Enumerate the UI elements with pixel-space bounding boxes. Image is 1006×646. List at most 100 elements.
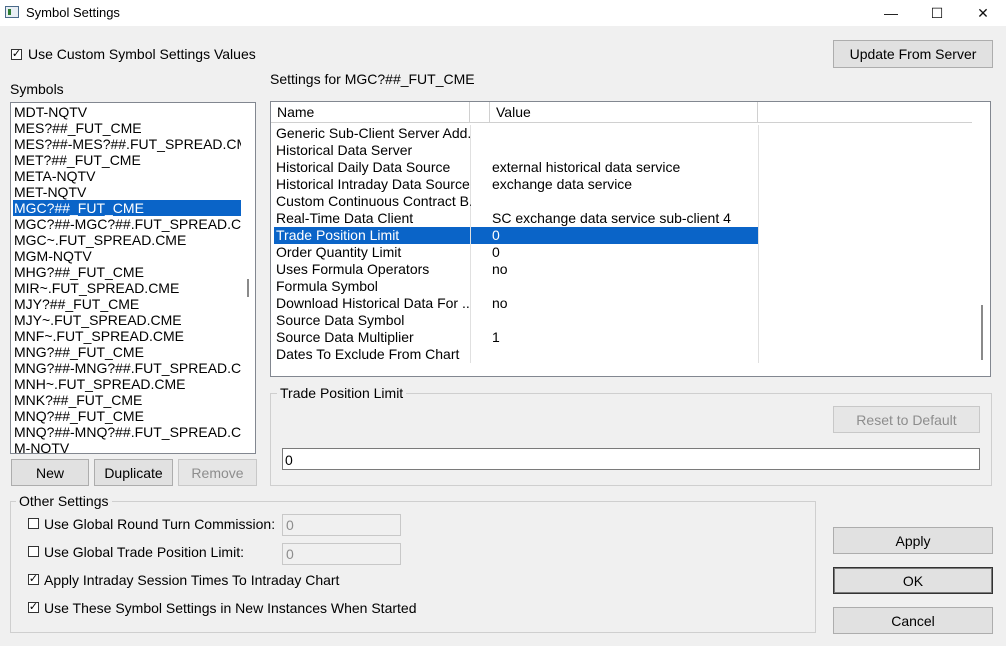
grid-row[interactable]: Historical Daily Data Source external his…	[271, 159, 973, 176]
grid-row-name: Source Data Multiplier	[276, 329, 414, 345]
grid-row[interactable]: Historical Data Server	[271, 142, 973, 159]
grid-divider	[758, 244, 759, 261]
grid-row-name: Formula Symbol	[276, 278, 378, 294]
grid-row-value[interactable]	[492, 346, 758, 363]
grid-row[interactable]: Generic Sub-Client Server Add...	[271, 125, 973, 142]
grid-row[interactable]: Real-Time Data Client SC exchange data se…	[271, 210, 973, 227]
symbol-list-item[interactable]: MET?##_FUT_CME	[13, 152, 241, 168]
ok-button[interactable]: OK	[833, 567, 993, 594]
grid-divider	[758, 295, 759, 312]
symbol-list-item[interactable]: MES?##-MES?##.FUT_SPREAD.CME	[13, 136, 241, 152]
other-settings-title: Other Settings	[16, 493, 112, 509]
grid-row-value[interactable]	[492, 125, 758, 142]
symbol-list-item[interactable]: MJY~.FUT_SPREAD.CME	[13, 312, 241, 328]
grid-row-name: Order Quantity Limit	[276, 244, 402, 260]
minimize-icon[interactable]: —	[868, 0, 914, 26]
symbol-list-item[interactable]: MGC?##-MGC?##.FUT_SPREAD.CME	[13, 216, 241, 232]
remove-button[interactable]: Remove	[178, 459, 257, 486]
cancel-button[interactable]: Cancel	[833, 607, 993, 634]
grid-row-value[interactable]	[492, 193, 758, 210]
grid-row-name: Generic Sub-Client Server Add...	[276, 125, 471, 141]
grid-header-name[interactable]: Name	[271, 102, 470, 122]
symbol-list[interactable]: MDT-NQTV MES?##_FUT_CME MES?##-MES?##.FUT_…	[10, 102, 256, 454]
close-icon[interactable]: ✕	[960, 0, 1006, 26]
symbol-list-item[interactable]: MNK?##_FUT_CME	[13, 392, 241, 408]
grid-row[interactable]: Custom Continuous Contract B...	[271, 193, 973, 210]
symbol-list-item[interactable]: MGC?##_FUT_CME	[13, 200, 241, 216]
symbol-list-item[interactable]: MGC~.FUT_SPREAD.CME	[13, 232, 241, 248]
grid-row[interactable]: Trade Position Limit 0	[271, 227, 973, 244]
grid-row[interactable]: Uses Formula Operators no	[271, 261, 973, 278]
update-from-server-button[interactable]: Update From Server	[833, 40, 993, 68]
grid-row[interactable]: Dates To Exclude From Chart	[271, 346, 973, 363]
grid-row-value[interactable]: no	[492, 295, 758, 312]
grid-row-name: Dates To Exclude From Chart	[276, 346, 460, 362]
symbol-list-item[interactable]: MNG?##-MNG?##.FUT_SPREAD.CME	[13, 360, 241, 376]
symbol-list-item[interactable]: MET-NQTV	[13, 184, 241, 200]
grid-header-spacer	[470, 102, 490, 122]
grid-divider	[758, 346, 759, 363]
grid-row[interactable]: Formula Symbol	[271, 278, 973, 295]
duplicate-button[interactable]: Duplicate	[94, 459, 173, 486]
grid-divider	[758, 125, 759, 142]
symbol-list-item[interactable]: MHG?##_FUT_CME	[13, 264, 241, 280]
grid-row[interactable]: Order Quantity Limit 0	[271, 244, 973, 261]
symbol-list-scrollbar[interactable]	[247, 279, 249, 297]
global-trade-limit-input[interactable]: 0	[282, 543, 401, 565]
grid-row-value[interactable]	[492, 278, 758, 295]
grid-row[interactable]: Historical Intraday Data Source exchange …	[271, 176, 973, 193]
global-trade-limit-checkbox[interactable]	[28, 546, 39, 557]
reset-to-default-button[interactable]: Reset to Default	[833, 406, 980, 433]
apply-button[interactable]: Apply	[833, 527, 993, 554]
global-round-turn-input[interactable]: 0	[282, 514, 401, 536]
grid-row[interactable]: Source Data Multiplier 1	[271, 329, 973, 346]
grid-divider	[758, 227, 759, 244]
grid-row-value[interactable]: no	[492, 261, 758, 278]
grid-row-value[interactable]: SC exchange data service sub-client 4	[492, 210, 758, 227]
grid-row-value[interactable]: exchange data service	[492, 176, 758, 193]
grid-row-value[interactable]: 0	[492, 227, 758, 244]
maximize-icon[interactable]: ☐	[914, 0, 960, 26]
symbol-list-item[interactable]: MNH~.FUT_SPREAD.CME	[13, 376, 241, 392]
grid-header: Name Value	[271, 102, 972, 123]
symbol-list-item[interactable]: MDT-NQTV	[13, 104, 241, 120]
global-round-turn-checkbox[interactable]	[28, 518, 39, 529]
grid-row[interactable]: Source Data Symbol	[271, 312, 973, 329]
grid-header-value[interactable]: Value	[490, 102, 758, 122]
new-instances-label: Use These Symbol Settings in New Instanc…	[44, 600, 417, 616]
grid-row-value[interactable]: external historical data service	[492, 159, 758, 176]
grid-row-name: Download Historical Data For ...	[276, 295, 471, 311]
grid-row-name: Historical Intraday Data Source	[276, 176, 470, 192]
symbol-list-item[interactable]: MNG?##_FUT_CME	[13, 344, 241, 360]
settings-grid[interactable]: Name Value Generic Sub-Client Server Add…	[270, 101, 991, 377]
intraday-session-checkbox[interactable]: ✓	[28, 574, 39, 585]
grid-row-value[interactable]: 0	[492, 244, 758, 261]
use-custom-label: Use Custom Symbol Settings Values	[28, 46, 256, 62]
grid-row-value[interactable]	[492, 312, 758, 329]
app-icon	[5, 6, 19, 18]
grid-row-name: Trade Position Limit	[276, 227, 400, 243]
symbol-list-item[interactable]: MJY?##_FUT_CME	[13, 296, 241, 312]
settings-for-label: Settings for MGC?##_FUT_CME	[270, 71, 475, 87]
symbol-list-item[interactable]: META-NQTV	[13, 168, 241, 184]
symbols-label: Symbols	[10, 81, 64, 97]
grid-divider	[758, 159, 759, 176]
grid-row-name: Source Data Symbol	[276, 312, 405, 328]
symbol-list-item[interactable]: MIR~.FUT_SPREAD.CME	[13, 280, 241, 296]
grid-row-name: Custom Continuous Contract B...	[276, 193, 471, 209]
symbol-list-item[interactable]: MNF~.FUT_SPREAD.CME	[13, 328, 241, 344]
grid-row[interactable]: Download Historical Data For ... no	[271, 295, 973, 312]
new-instances-checkbox[interactable]: ✓	[28, 602, 39, 613]
new-button[interactable]: New	[11, 459, 89, 486]
symbol-list-item[interactable]: MNQ?##_FUT_CME	[13, 408, 241, 424]
grid-row-value[interactable]	[492, 142, 758, 159]
symbol-list-item[interactable]: MES?##_FUT_CME	[13, 120, 241, 136]
detail-value-input[interactable]: 0	[282, 448, 980, 470]
grid-row-value[interactable]: 1	[492, 329, 758, 346]
use-custom-checkbox[interactable]: ✓	[11, 49, 22, 60]
symbol-list-item[interactable]: M-NQTV	[13, 440, 241, 453]
symbol-list-item[interactable]: MGM-NQTV	[13, 248, 241, 264]
grid-scrollbar[interactable]	[981, 305, 983, 360]
symbol-list-item[interactable]: MNQ?##-MNQ?##.FUT_SPREAD.CME	[13, 424, 241, 440]
grid-divider	[758, 142, 759, 159]
